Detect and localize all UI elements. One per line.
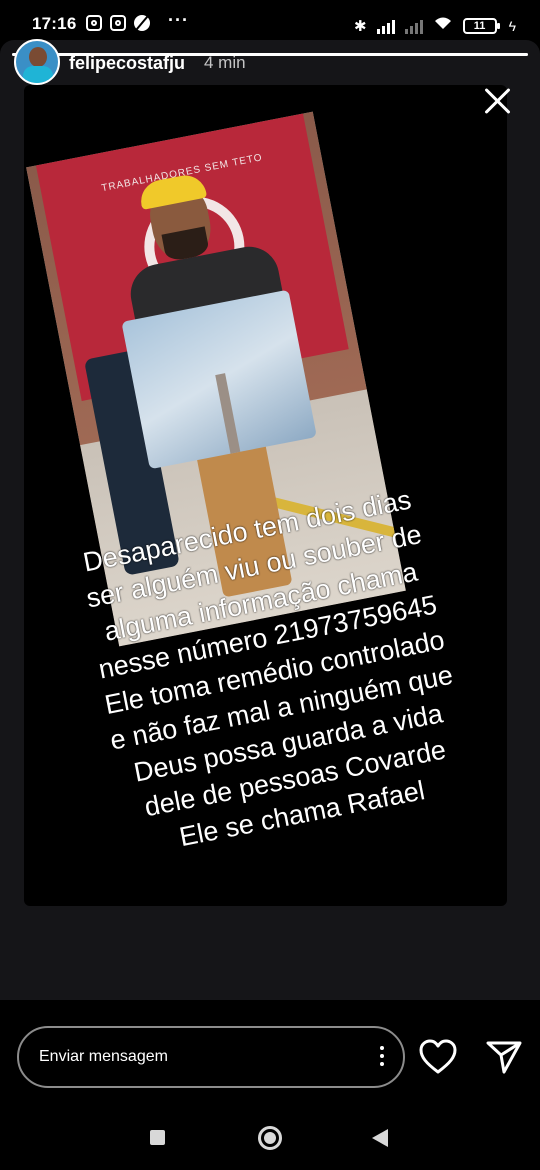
back-button[interactable] (372, 1129, 388, 1147)
close-icon[interactable] (480, 84, 516, 120)
battery-icon: 11 (462, 17, 500, 34)
username[interactable]: felipecostafju (69, 53, 185, 74)
avatar[interactable] (14, 39, 60, 85)
story-timestamp: 4 min (204, 53, 246, 72)
status-time: 17:16 (32, 14, 77, 33)
notification-icons: ··· (86, 10, 189, 31)
signal-icon-2 (404, 18, 423, 34)
bluetooth-icon: ✱ (354, 17, 367, 35)
wifi-icon (433, 15, 453, 36)
signal-icon (376, 18, 395, 34)
status-right-icons: ✱ 11 ϟ (354, 15, 516, 36)
send-icon[interactable] (484, 1038, 524, 1076)
message-placeholder: Enviar mensagem (39, 1048, 168, 1065)
dnd-icon (134, 15, 150, 31)
message-input[interactable]: Enviar mensagem (17, 1026, 405, 1088)
instagram-notification-icon-2 (110, 15, 126, 31)
heart-icon[interactable] (418, 1038, 458, 1076)
more-vertical-icon[interactable] (379, 1046, 385, 1070)
more-notifications-icon: ··· (168, 9, 189, 30)
instagram-notification-icon (86, 15, 102, 31)
recents-button[interactable] (150, 1130, 165, 1145)
battery-level: 11 (473, 19, 486, 32)
story-viewer[interactable]: TRABALHADORES SEM TETO Desaparecido tem … (0, 40, 540, 1000)
charging-icon: ϟ (508, 17, 516, 34)
home-button[interactable] (258, 1126, 282, 1150)
